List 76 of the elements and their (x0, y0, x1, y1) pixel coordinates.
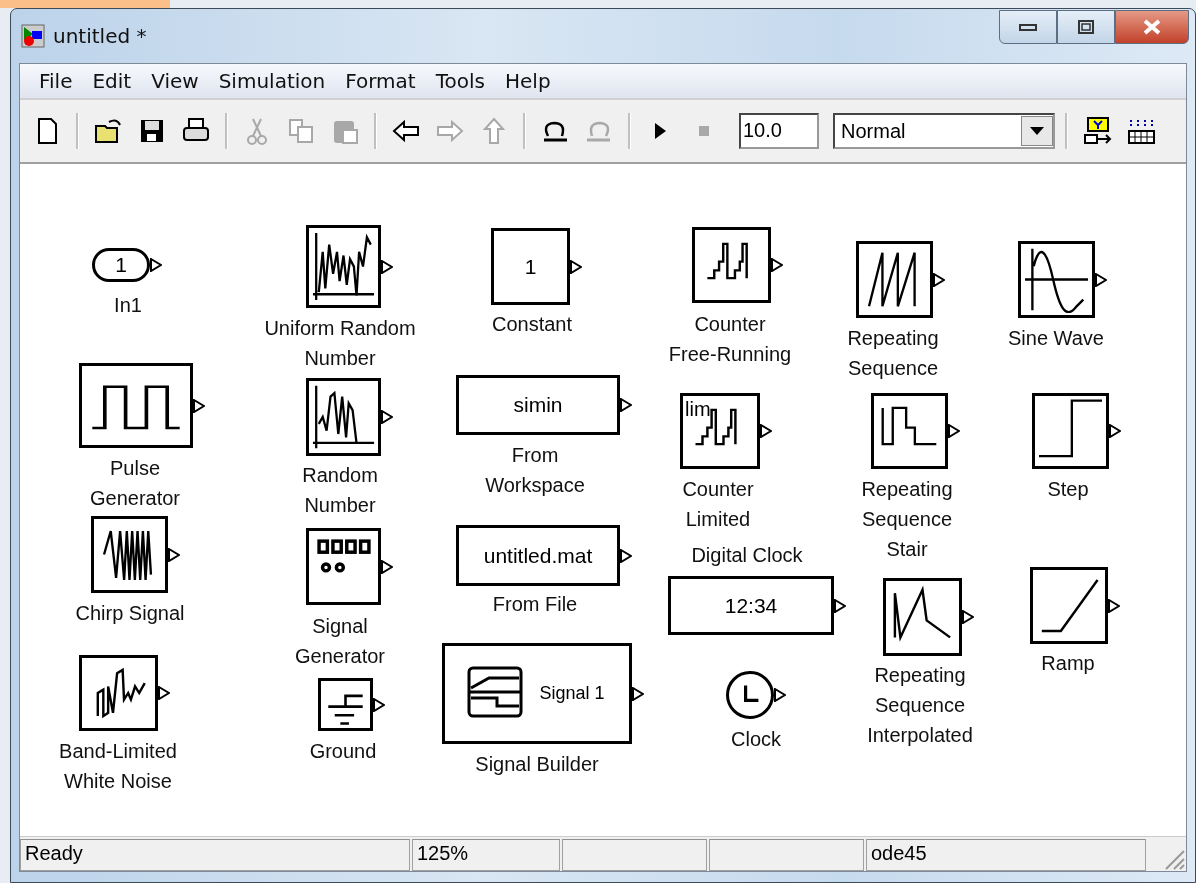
block-value: untitled.mat (483, 543, 593, 568)
menu-item[interactable]: Help (496, 67, 560, 95)
waveform-block[interactable] (1032, 393, 1109, 469)
display-icon (317, 539, 371, 573)
waveform-block[interactable] (306, 528, 381, 605)
block-label: Clock (731, 727, 781, 752)
block-label: Step (1047, 477, 1089, 502)
block-label: Uniform Random Number (264, 316, 416, 371)
block-value: simin (513, 393, 563, 417)
waveform-icon (311, 383, 376, 451)
waveform-icon (311, 230, 376, 303)
signal-name: Signal 1 (539, 683, 605, 704)
waveform-block[interactable] (856, 241, 933, 318)
source-block[interactable]: 1 (491, 228, 570, 305)
simulink-model-icon (21, 24, 45, 48)
status-cell: Ready (20, 839, 410, 871)
maximize-button[interactable] (1057, 10, 1115, 44)
waveform-block[interactable]: lim (680, 393, 760, 469)
menu-item[interactable]: Simulation (209, 67, 335, 95)
source-block[interactable]: untitled.mat (456, 525, 620, 586)
waveform-block[interactable] (871, 393, 948, 469)
waveform-block[interactable] (79, 363, 193, 448)
stop-time-field[interactable]: 10.0 (739, 113, 819, 149)
waveform-block[interactable] (692, 227, 771, 303)
menu-item[interactable]: Format (336, 67, 425, 95)
block-value: 1 (524, 254, 537, 279)
signal-plot-icon (467, 666, 523, 718)
block-label: Random Number (302, 463, 378, 518)
port-number: 1 (115, 253, 127, 277)
block-label: Sine Wave (1008, 326, 1104, 351)
status-cell: 125% (412, 839, 560, 871)
waveform-block[interactable] (306, 225, 381, 308)
source-block[interactable]: simin (456, 375, 620, 435)
menu-item[interactable]: View (142, 67, 208, 95)
menu-item[interactable]: File (30, 67, 82, 95)
waveform-block[interactable] (79, 655, 158, 731)
window-title: untitled * (53, 24, 147, 48)
block-label: Chirp Signal (75, 601, 185, 626)
menu-item[interactable]: Tools (426, 67, 494, 95)
ground-block[interactable] (318, 678, 373, 731)
waveform-block[interactable] (1030, 567, 1108, 644)
block-label: In1 (114, 293, 142, 318)
block-label: Repeating Sequence Interpolated (867, 663, 973, 748)
block-label: Signal Generator (294, 614, 386, 669)
dropdown-arrow-icon (1030, 127, 1044, 135)
block-label: Digital Clock (691, 543, 803, 568)
block-label: Repeating Sequence Stair (861, 477, 953, 562)
block-label: Counter Limited (682, 477, 754, 532)
close-button[interactable] (1115, 10, 1189, 44)
waveform-block[interactable] (306, 378, 381, 456)
clock-hands-icon (744, 684, 760, 702)
clock-block[interactable] (726, 671, 774, 719)
signal-builder-block[interactable]: Signal 1 (442, 643, 632, 744)
waveform-block[interactable] (91, 516, 168, 593)
waveform-block[interactable] (1018, 241, 1095, 318)
block-label: From File (492, 592, 578, 617)
minimize-button[interactable] (999, 10, 1057, 44)
block-label: Ground (309, 739, 377, 764)
minimize-icon (1019, 23, 1037, 31)
source-block[interactable]: 12:34 (668, 576, 834, 635)
block-label: Signal Builder (475, 752, 599, 777)
block-label: Ramp (1041, 651, 1095, 676)
block-label: Band-Limited White Noise (59, 739, 177, 794)
waveform-icon (1023, 246, 1090, 313)
status-cell: ode45 (866, 839, 1146, 871)
menu-item[interactable]: Edit (83, 67, 141, 95)
block-value: 12:34 (724, 593, 778, 618)
block-text: lim (685, 398, 711, 421)
waveform-block[interactable] (883, 578, 962, 656)
block-label: Pulse Generator (89, 456, 181, 511)
block-label: From Workspace (485, 443, 585, 498)
block-label: Counter Free-Running (668, 312, 792, 367)
inport-block[interactable]: 1 (92, 248, 150, 282)
simulation-mode-dropdown[interactable]: Normal (833, 113, 1055, 149)
block-label: Repeating Sequence (847, 326, 939, 381)
block-label: Constant (491, 312, 573, 337)
